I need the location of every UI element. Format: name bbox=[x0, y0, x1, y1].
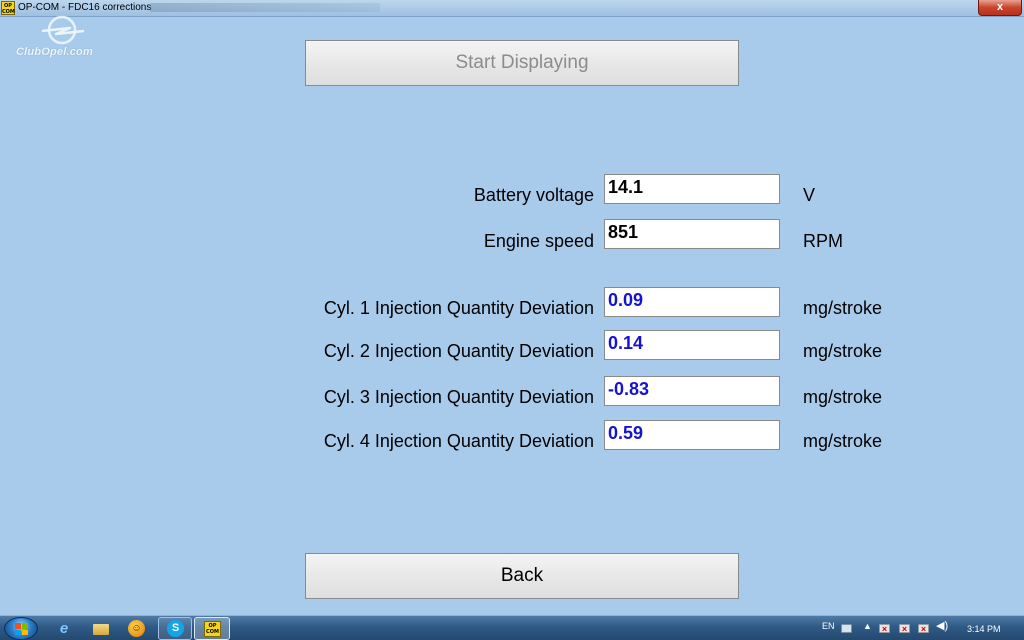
cyl-4-deviation-field[interactable]: 0.59 bbox=[604, 420, 780, 450]
language-indicator[interactable]: EN bbox=[822, 621, 835, 631]
engine-speed-unit: RPM bbox=[803, 231, 843, 251]
title-bar: OP COM OP-COM - FDC16 corrections x bbox=[0, 0, 1024, 17]
clubopel-watermark: ClubOpel.com bbox=[14, 14, 114, 64]
battery-voltage-unit: V bbox=[803, 185, 816, 205]
opcom-app-icon: OP COM bbox=[1, 1, 15, 15]
cyl-4-deviation-label: Cyl. 4 Injection Quantity Deviation bbox=[323, 431, 594, 451]
opel-logo-icon bbox=[41, 15, 85, 45]
window-title: OP-COM - FDC16 corrections bbox=[18, 2, 152, 13]
taskbar-skype-button[interactable]: S bbox=[158, 617, 192, 640]
taskbar: e ☺ S OP COM EN ▲ × × × ◀) 3:14 PM bbox=[0, 615, 1024, 640]
internet-explorer-icon[interactable]: e bbox=[54, 619, 74, 638]
file-explorer-icon[interactable] bbox=[91, 619, 111, 638]
cyl-2-deviation-field[interactable]: 0.14 bbox=[604, 330, 780, 360]
keyboard-icon[interactable] bbox=[841, 624, 852, 633]
show-hidden-icons-icon[interactable]: ▲ bbox=[862, 622, 873, 631]
taskbar-opcom-button[interactable]: OP COM bbox=[194, 617, 230, 640]
cyl-2-deviation-unit: mg/stroke bbox=[803, 341, 883, 361]
cyl-2-deviation-label: Cyl. 2 Injection Quantity Deviation bbox=[323, 341, 594, 361]
close-button[interactable]: x bbox=[978, 0, 1022, 16]
cyl-4-deviation-unit: mg/stroke bbox=[803, 431, 883, 451]
cyl-1-deviation-label: Cyl. 1 Injection Quantity Deviation bbox=[323, 298, 594, 318]
messenger-smiley-icon[interactable]: ☺ bbox=[128, 620, 145, 637]
cyl-3-deviation-field[interactable]: -0.83 bbox=[604, 376, 780, 406]
cyl-3-deviation-label: Cyl. 3 Injection Quantity Deviation bbox=[323, 387, 594, 407]
windows-start-icon[interactable] bbox=[4, 617, 38, 640]
engine-speed-label: Engine speed bbox=[483, 231, 594, 251]
start-displaying-button[interactable]: Start Displaying bbox=[305, 40, 739, 86]
cyl-1-deviation-field[interactable]: 0.09 bbox=[604, 287, 780, 317]
opcom-icon: OP COM bbox=[204, 621, 221, 637]
title-ghost-overlay bbox=[150, 3, 380, 12]
engine-speed-field[interactable]: 851 bbox=[604, 219, 780, 249]
skype-icon: S bbox=[167, 620, 184, 637]
app-window: OP COM OP-COM - FDC16 corrections x Club… bbox=[0, 0, 1024, 640]
back-button[interactable]: Back bbox=[305, 553, 739, 599]
cyl-1-deviation-unit: mg/stroke bbox=[803, 298, 883, 318]
cyl-3-deviation-unit: mg/stroke bbox=[803, 387, 883, 407]
battery-voltage-field[interactable]: 14.1 bbox=[604, 174, 780, 204]
watermark-text: ClubOpel.com bbox=[16, 46, 93, 58]
volume-icon[interactable]: ◀) bbox=[936, 621, 948, 632]
power-icon[interactable]: × bbox=[899, 624, 910, 634]
battery-voltage-label: Battery voltage bbox=[473, 185, 594, 205]
network-icon[interactable]: × bbox=[918, 624, 929, 634]
taskbar-clock[interactable]: 3:14 PM bbox=[967, 624, 1001, 634]
action-center-flag-icon[interactable]: × bbox=[879, 624, 890, 634]
